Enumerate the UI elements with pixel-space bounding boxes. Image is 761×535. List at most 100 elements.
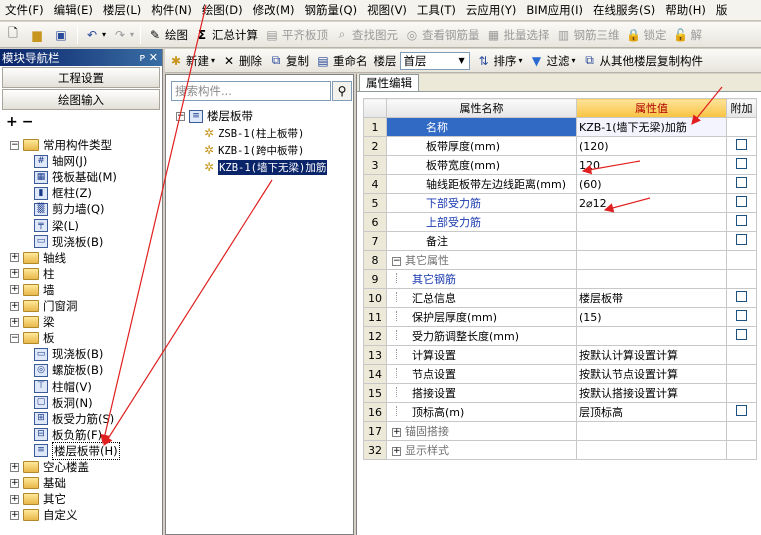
tree-folder[interactable]: + 自定义 bbox=[10, 507, 78, 523]
menu-item[interactable]: 编辑(E) bbox=[49, 2, 98, 18]
save-button[interactable]: ▣ bbox=[50, 24, 74, 46]
attach-checkbox[interactable] bbox=[736, 329, 747, 340]
extra-cell[interactable] bbox=[726, 155, 757, 175]
property-value-cell[interactable]: (60) bbox=[576, 174, 727, 194]
attach-checkbox[interactable] bbox=[736, 158, 747, 169]
tree-item[interactable]: ▢ 板洞(N) bbox=[34, 395, 93, 411]
menu-item[interactable]: 钢筋量(Q) bbox=[300, 2, 363, 18]
filter-button[interactable]: ▼ 过滤 ▾ bbox=[526, 50, 579, 72]
component-item[interactable]: ✲ KZB-1(墙下无梁)加筋 bbox=[204, 159, 328, 175]
draw-input-button[interactable]: 绘图输入 bbox=[2, 89, 160, 110]
menu-item[interactable]: BIM应用(I) bbox=[521, 2, 588, 18]
extra-cell[interactable] bbox=[726, 193, 757, 213]
table-row[interactable]: 1 名称 KZB-1(墙下无梁)加筋 bbox=[363, 117, 757, 137]
extra-cell[interactable] bbox=[726, 402, 757, 422]
extra-cell[interactable] bbox=[726, 231, 757, 251]
table-row[interactable]: 11 保护层厚度(mm) (15) bbox=[363, 307, 757, 327]
batch-select-button[interactable]: ▦ 批量选择 bbox=[483, 24, 553, 46]
menu-item[interactable]: 版 bbox=[711, 2, 733, 18]
extra-cell[interactable] bbox=[726, 174, 757, 194]
tree-item[interactable]: ▭ 现浇板(B) bbox=[34, 234, 103, 250]
summary-calc-button[interactable]: Σ 汇总计算 bbox=[191, 24, 261, 46]
property-value-cell[interactable]: 楼层板带 bbox=[576, 288, 727, 308]
tree-item[interactable]: ╤ 梁(L) bbox=[34, 218, 79, 234]
expand-all-icon[interactable]: + bbox=[6, 114, 18, 130]
table-row[interactable]: 5 下部受力筋 2⌀12 bbox=[363, 193, 757, 213]
tree-item[interactable]: # 轴网(J) bbox=[34, 153, 87, 169]
expand-icon[interactable]: + bbox=[10, 301, 19, 311]
tree-folder[interactable]: + 柱 bbox=[10, 266, 55, 282]
table-row[interactable]: 4 轴线距板带左边线距离(mm) (60) bbox=[363, 174, 757, 194]
menu-item[interactable]: 楼层(L) bbox=[98, 2, 146, 18]
tree-folder[interactable]: + 轴线 bbox=[10, 250, 66, 266]
menu-item[interactable]: 云应用(Y) bbox=[461, 2, 522, 18]
tab-property-edit[interactable]: 属性编辑 bbox=[359, 74, 419, 91]
menu-item[interactable]: 帮助(H) bbox=[660, 2, 711, 18]
flat-top-button[interactable]: ▤ 平齐板顶 bbox=[261, 24, 331, 46]
property-value-cell[interactable]: 2⌀12 bbox=[576, 193, 727, 213]
tree-folder[interactable]: − 板 bbox=[10, 330, 55, 346]
collapse-icon[interactable]: − bbox=[176, 111, 185, 121]
draw-button[interactable]: ✎ 绘图 bbox=[144, 24, 191, 46]
attach-checkbox[interactable] bbox=[736, 310, 747, 321]
tree-root[interactable]: − ≡ 楼层板带 bbox=[176, 108, 253, 124]
tree-item[interactable]: ▮ 框柱(Z) bbox=[34, 185, 92, 201]
table-row[interactable]: 6 上部受力筋 bbox=[363, 212, 757, 232]
rebar-3d-button[interactable]: ▥ 钢筋三维 bbox=[553, 24, 623, 46]
expand-icon[interactable]: + bbox=[10, 317, 19, 327]
table-row[interactable]: 9 其它钢筋 bbox=[363, 269, 757, 289]
collapse-icon[interactable]: − bbox=[10, 140, 19, 150]
new-component-button[interactable]: ✱ 新建 ▾ bbox=[165, 50, 218, 72]
table-row[interactable]: 14 节点设置 按默认节点设置计算 bbox=[363, 364, 757, 384]
menu-item[interactable]: 文件(F) bbox=[0, 2, 49, 18]
property-value-cell[interactable] bbox=[576, 212, 727, 232]
expand-icon[interactable]: + bbox=[10, 478, 19, 488]
table-row[interactable]: 17 + 锚固搭接 bbox=[363, 421, 757, 441]
undo-button[interactable]: ↶ ▾ bbox=[81, 24, 109, 46]
menu-item[interactable]: 视图(V) bbox=[362, 2, 412, 18]
menu-item[interactable]: 构件(N) bbox=[146, 2, 197, 18]
menu-item[interactable]: 在线服务(S) bbox=[588, 2, 660, 18]
property-value-cell[interactable] bbox=[576, 269, 727, 289]
property-value-cell[interactable]: 按默认搭接设置计算 bbox=[576, 383, 727, 403]
expand-icon[interactable]: + bbox=[10, 462, 19, 472]
search-icon[interactable]: ⚲ bbox=[332, 81, 352, 101]
table-row[interactable]: 10 汇总信息 楼层板带 bbox=[363, 288, 757, 308]
lock-button[interactable]: 🔒 锁定 bbox=[623, 24, 670, 46]
expand-icon[interactable]: + bbox=[392, 446, 401, 456]
collapse-icon[interactable]: − bbox=[10, 333, 19, 343]
tree-folder[interactable]: + 门窗洞 bbox=[10, 298, 78, 314]
component-item[interactable]: ✲ ZSB-1(柱上板带) bbox=[204, 125, 304, 141]
find-element-button[interactable]: ⌕ 查找图元 bbox=[331, 24, 401, 46]
floor-select[interactable]: 首层 ▼ bbox=[399, 51, 470, 70]
new-file-button[interactable]: 🗋 bbox=[2, 24, 26, 46]
table-row[interactable]: 8− 其它属性 bbox=[363, 250, 757, 270]
copy-button[interactable]: ⧉ 复制 bbox=[265, 50, 312, 72]
table-row[interactable]: 2 板带厚度(mm) (120) bbox=[363, 136, 757, 156]
tree-item[interactable]: ⊤ 柱帽(V) bbox=[34, 379, 92, 395]
table-row[interactable]: 15 搭接设置 按默认搭接设置计算 bbox=[363, 383, 757, 403]
attach-checkbox[interactable] bbox=[736, 405, 747, 416]
tree-item[interactable]: ▒ 剪力墙(Q) bbox=[34, 201, 105, 217]
open-file-button[interactable]: ▆ bbox=[26, 24, 50, 46]
property-value-cell[interactable]: 120 bbox=[576, 155, 727, 175]
table-row[interactable]: 7 备注 bbox=[363, 231, 757, 251]
table-row[interactable]: 12 受力筋调整长度(mm) bbox=[363, 326, 757, 346]
tree-folder[interactable]: + 墙 bbox=[10, 282, 55, 298]
extra-cell[interactable] bbox=[726, 288, 757, 308]
property-value-cell[interactable]: (120) bbox=[576, 136, 727, 156]
tree-folder[interactable]: + 空心楼盖 bbox=[10, 459, 89, 475]
tree-item[interactable]: ▦ 筏板基础(M) bbox=[34, 169, 117, 185]
tree-item[interactable]: ◎ 螺旋板(B) bbox=[34, 362, 103, 378]
expand-icon[interactable]: + bbox=[10, 494, 19, 504]
menu-item[interactable]: 修改(M) bbox=[248, 2, 300, 18]
sort-button[interactable]: ⇅ 排序 ▾ bbox=[473, 50, 526, 72]
tree-folder[interactable]: + 梁 bbox=[10, 314, 55, 330]
delete-button[interactable]: ✕ 删除 bbox=[218, 50, 265, 72]
attach-checkbox[interactable] bbox=[736, 291, 747, 302]
property-value-cell[interactable]: 层顶标高 bbox=[576, 402, 727, 422]
property-value-cell[interactable] bbox=[576, 421, 727, 441]
attach-checkbox[interactable] bbox=[736, 177, 747, 188]
attach-checkbox[interactable] bbox=[736, 139, 747, 150]
menu-item[interactable]: 工具(T) bbox=[412, 2, 461, 18]
